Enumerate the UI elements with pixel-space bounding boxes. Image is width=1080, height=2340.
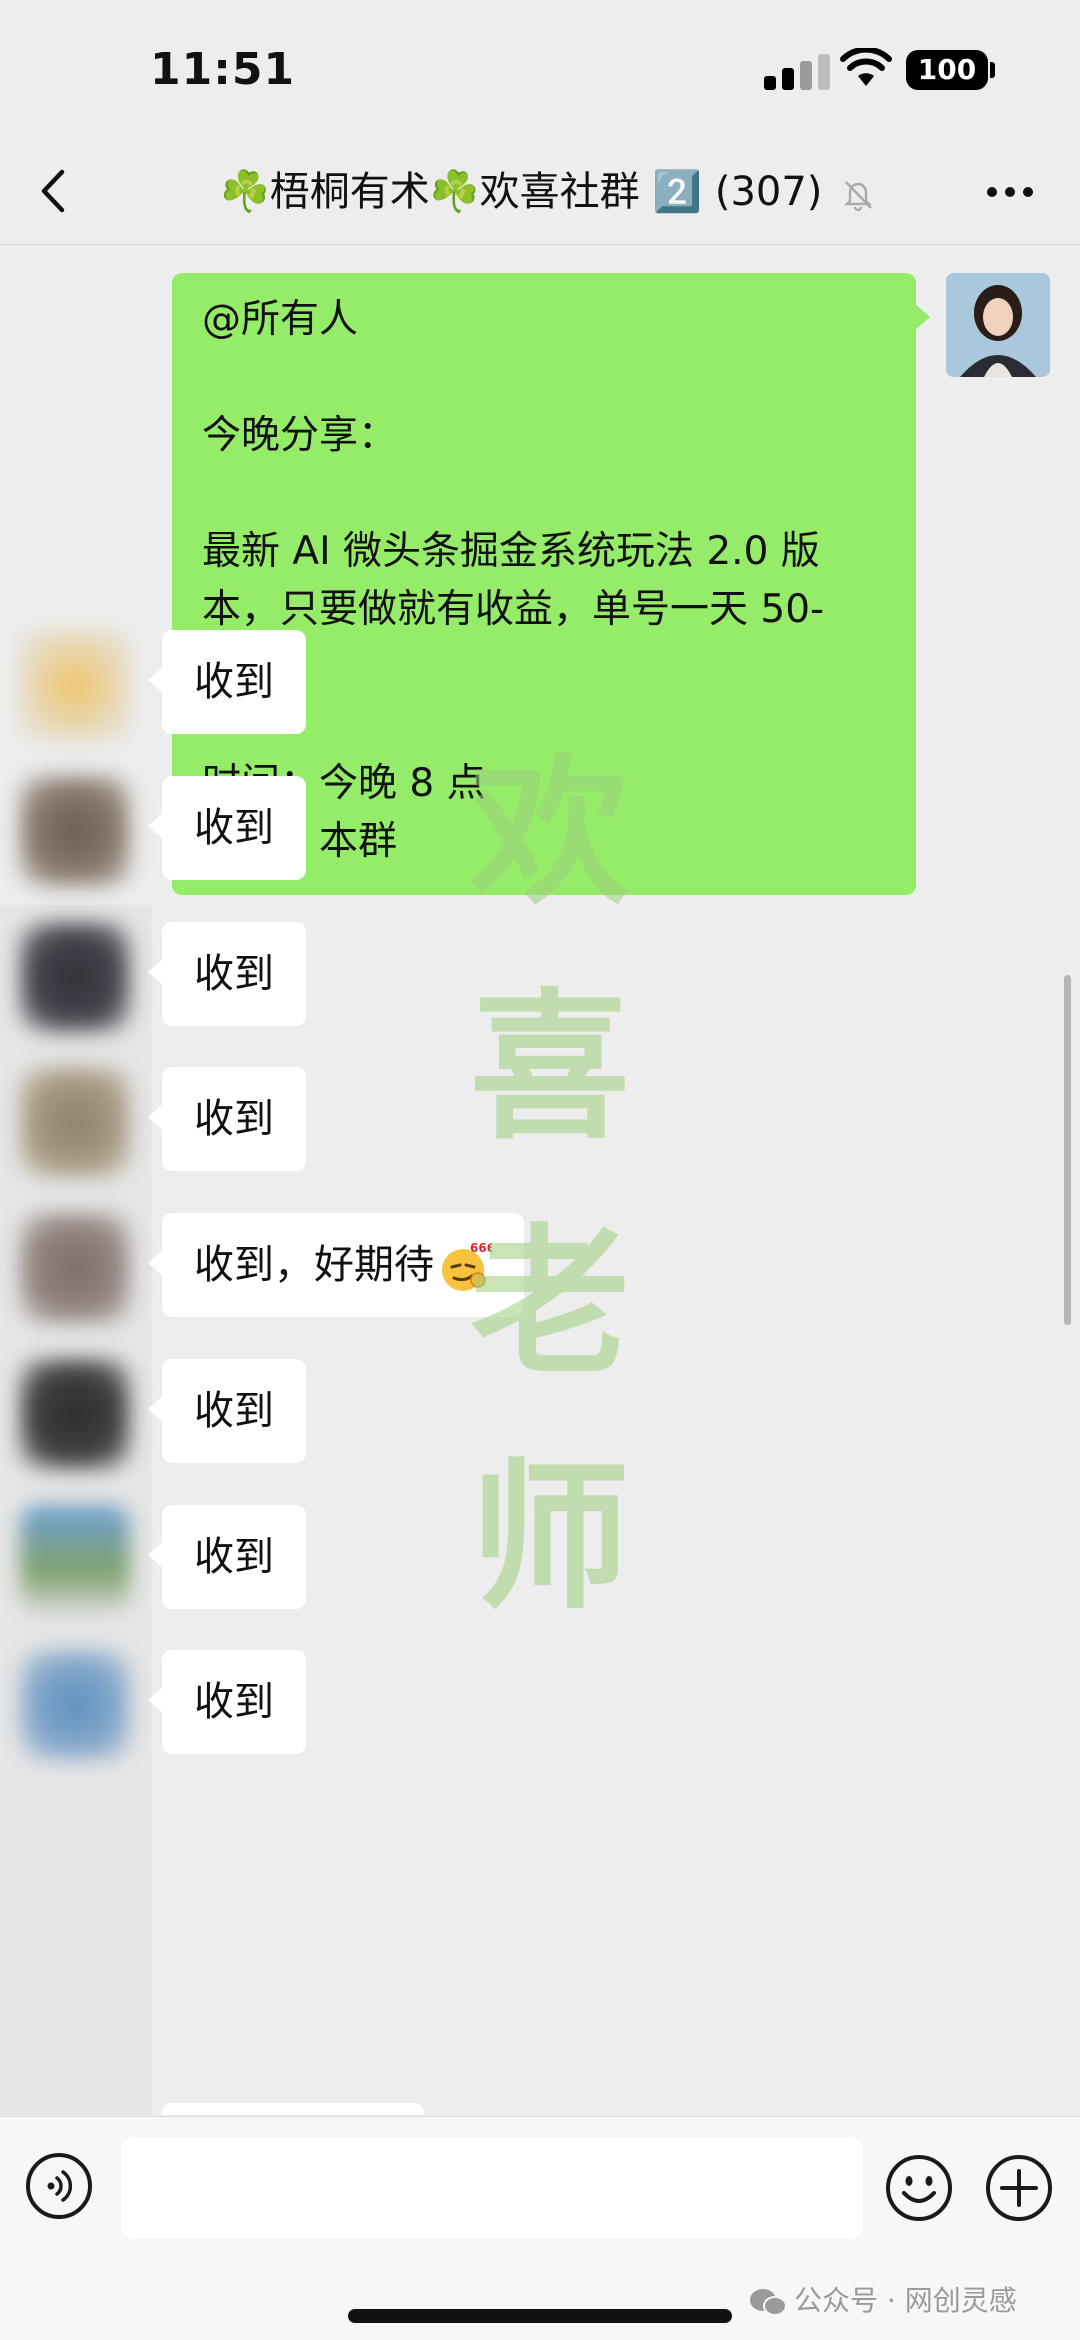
bubble-tail (148, 812, 164, 840)
bubble-tail (148, 1249, 164, 1277)
avatar[interactable] (20, 1650, 130, 1760)
watermark-char: 欢 (469, 738, 630, 926)
message-bubble[interactable]: 收到 (148, 922, 306, 1026)
bubble-tail (148, 1395, 164, 1423)
wechat-icon (750, 2289, 787, 2316)
voice-icon (47, 2170, 73, 2202)
avatar-portrait (946, 273, 1050, 377)
message-text: 收到 (194, 1679, 274, 1725)
message-text: 收到 (194, 951, 274, 997)
message-text: 收到 (194, 1534, 274, 1580)
message-bubble[interactable]: 收到 (148, 776, 306, 880)
message-list[interactable]: @所有人 今晚分享： 最新 AI 微头条掘金系统玩法 2.0 版本，只要做就有收… (0, 245, 1080, 2115)
chat-header: ☘️梧桐有术☘️欢喜社群 2️⃣ (307) (0, 140, 1080, 245)
avatar[interactable] (20, 1505, 130, 1615)
watermark-char: 师 (469, 1443, 630, 1631)
bubble-tail (148, 1103, 164, 1131)
message-text: 收到 (194, 805, 274, 851)
message-text: 收到 (194, 659, 274, 705)
battery-nub (990, 62, 995, 78)
avatar[interactable] (20, 1359, 130, 1469)
bubble-tail (148, 958, 164, 986)
status-bar: 11:51 100 (0, 0, 1080, 140)
emoji-icon[interactable] (884, 2153, 954, 2223)
message-bubble-partial (162, 2103, 424, 2115)
watermark-char: 老 (469, 1208, 630, 1396)
bubble-tail (148, 1541, 164, 1569)
scrollbar[interactable] (1064, 975, 1071, 1325)
avatar[interactable] (20, 776, 130, 886)
bubble-tail (148, 1686, 164, 1714)
watermark-char: 喜 (469, 973, 630, 1161)
battery-indicator: 100 (906, 50, 988, 90)
back-icon[interactable] (30, 166, 80, 216)
home-indicator (348, 2309, 732, 2323)
avatar[interactable] (20, 630, 130, 740)
watermark: 欢 喜 老 师 (450, 715, 650, 1815)
message-bubble[interactable]: 收到 (148, 630, 306, 734)
wifi-icon (840, 48, 892, 86)
avatar[interactable] (20, 1067, 130, 1177)
mute-icon (844, 181, 873, 211)
footer-credit-text: 公众号 · 网创灵感 (794, 2284, 1017, 2317)
message-text: 收到 (194, 1096, 274, 1142)
avatar[interactable] (20, 922, 130, 1032)
message-text: 收到 (194, 1388, 274, 1434)
status-time: 11:51 (150, 44, 296, 95)
message-text: 收到，好期待 (194, 1242, 434, 1288)
message-input[interactable] (122, 2137, 862, 2239)
chat-title[interactable]: ☘️梧桐有术☘️欢喜社群 2️⃣ (307) (220, 160, 920, 224)
plus-icon[interactable] (984, 2153, 1054, 2223)
input-bar: 公众号 · 网创灵感 (0, 2116, 1080, 2340)
voice-button[interactable] (26, 2153, 92, 2219)
bubble-tail (914, 303, 930, 331)
signal-icon (764, 54, 830, 90)
message-bubble[interactable]: 收到 (148, 1505, 306, 1609)
avatar[interactable] (946, 273, 1050, 377)
bubble-tail (148, 666, 164, 694)
avatar[interactable] (20, 1213, 130, 1323)
message-bubble[interactable]: 收到 (148, 1359, 306, 1463)
footer-credit: 公众号 · 网创灵感 (748, 2279, 1017, 2319)
chat-title-text: ☘️梧桐有术☘️欢喜社群 2️⃣ (307) (220, 169, 823, 215)
message-bubble[interactable]: 收到 (148, 1650, 306, 1754)
message-bubble[interactable]: 收到 (148, 1067, 306, 1171)
more-icon[interactable] (980, 168, 1040, 216)
